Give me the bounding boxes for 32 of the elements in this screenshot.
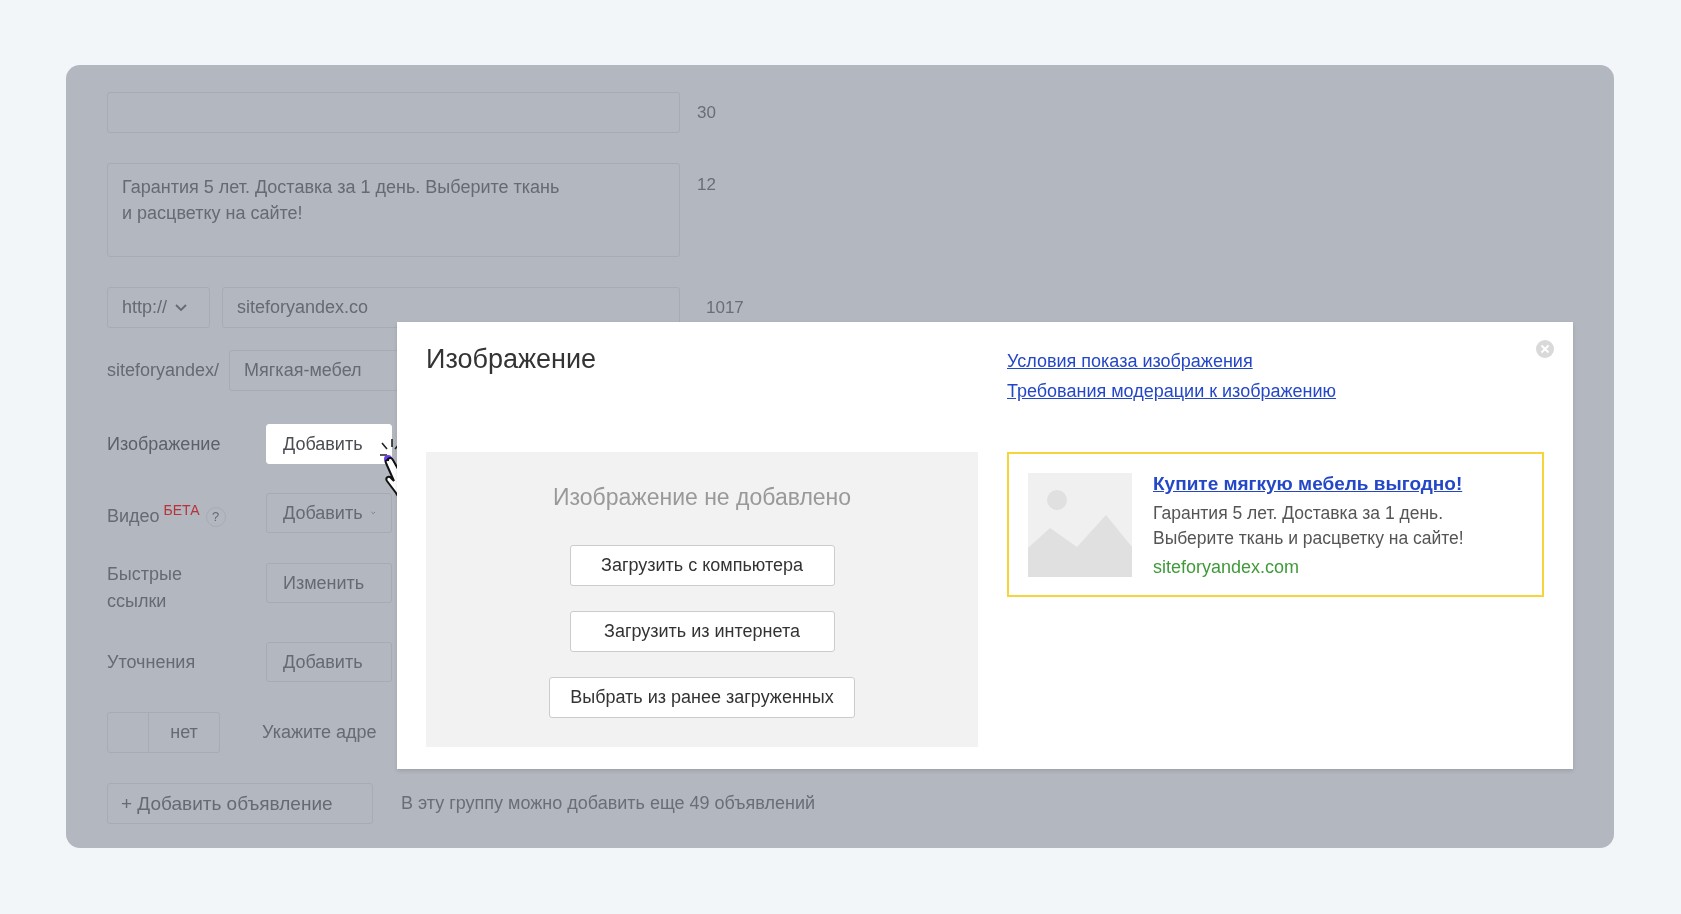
row-label: Уточнения [107, 651, 196, 672]
add-button[interactable]: Добавить [266, 493, 392, 533]
help-link[interactable]: Требования модерации к изображению [1007, 381, 1337, 402]
char-counter: 1017 [706, 297, 744, 318]
add-button[interactable]: Изменить [266, 563, 392, 603]
add-button[interactable]: Добавить [266, 642, 392, 682]
empty-message: Изображение не добавлено [552, 484, 852, 511]
beta-label: БЕТА [163, 501, 200, 518]
caret-icon [175, 303, 188, 312]
upload-button[interactable]: Выбрать из ранее загруженных [549, 677, 855, 718]
display-link-prefix: siteforyandex/ [107, 360, 220, 381]
upload-button[interactable]: Загрузить из интернета [569, 611, 835, 652]
add-button[interactable]: Добавить [266, 424, 392, 464]
char-counter: 12 [697, 175, 716, 195]
text-field[interactable]: Гарантия 5 лет. Доставка за 1 день. Выберите ткань и расцветку на сайте! [107, 163, 680, 257]
image-placeholder-icon [1028, 473, 1132, 577]
help-link[interactable]: Условия показа изображения [1007, 351, 1253, 372]
ad-url: siteforyandex.com [1153, 557, 1301, 578]
toggle-switch[interactable]: нет [107, 712, 220, 753]
ads-left-note: В эту группу можно добавить еще 49 объявлений [401, 793, 816, 814]
address-hint: Укажите адре [262, 722, 377, 743]
char-counter: 30 [697, 102, 716, 123]
row-label: Изображение [107, 433, 221, 454]
caret-icon [370, 509, 375, 517]
ad-description: Гарантия 5 лет. Доставка за 1 день. Выберите ткань и расцветку на сайте! [1153, 502, 1464, 550]
row-label: Быстрые ссылки [107, 564, 182, 611]
upload-button[interactable]: Загрузить с компьютера [569, 545, 835, 586]
row-label: Видео [107, 505, 160, 526]
add-ad-button[interactable]: + Добавить объявление [107, 783, 373, 824]
ad-title-link[interactable]: Купите мягкую мебель выгодно! [1153, 473, 1463, 495]
close-icon[interactable] [1535, 339, 1555, 359]
protocol-select[interactable]: http:// [107, 287, 210, 328]
